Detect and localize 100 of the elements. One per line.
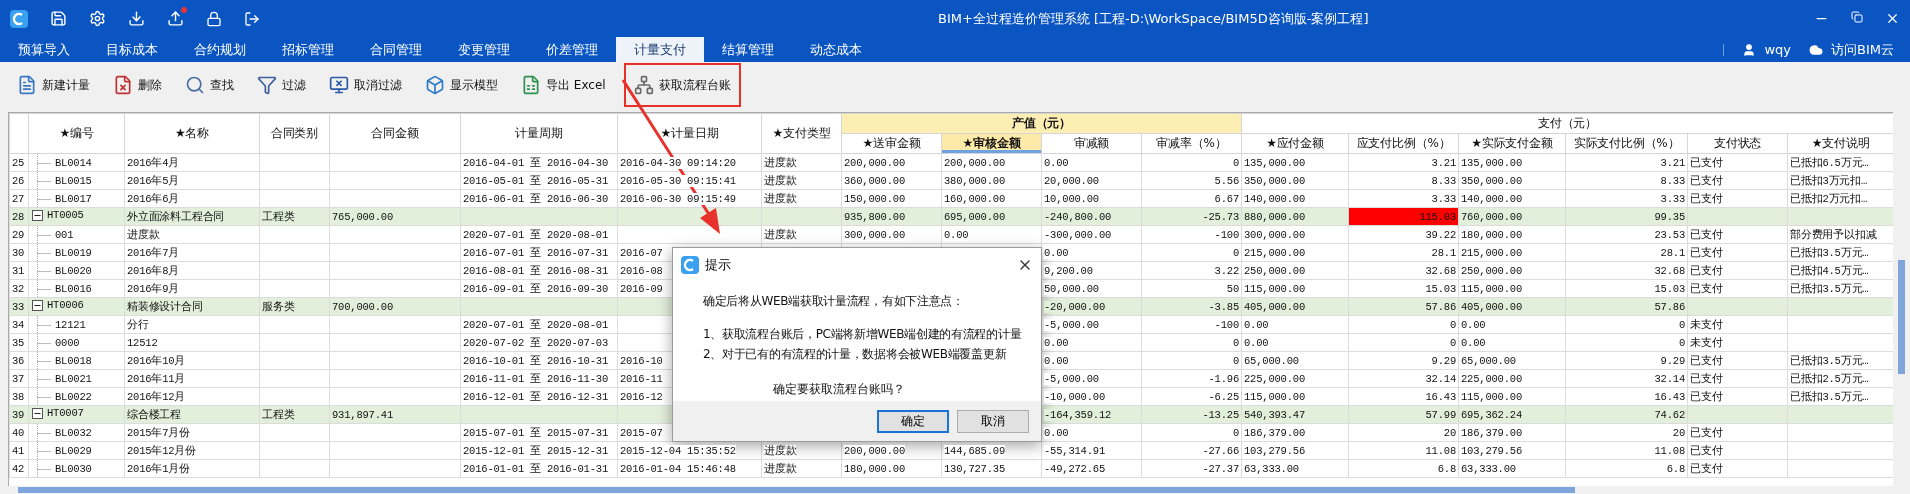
cloud-link[interactable]: 访问BIM云 (1809, 40, 1894, 59)
nav-tab[interactable]: 预算导入 (0, 37, 88, 62)
toolbar-button[interactable]: 过滤 (252, 69, 311, 101)
exit-icon[interactable] (244, 10, 260, 27)
toolbar-button[interactable]: 删除 (108, 69, 167, 101)
collapse-icon[interactable] (32, 209, 43, 221)
toolbar-button[interactable]: 新建计量 (12, 69, 95, 101)
download-icon[interactable] (128, 10, 145, 27)
table-cell: 0 (1232, 156, 1239, 169)
restore-icon[interactable] (1851, 11, 1863, 26)
table-cell: 2016-10 (620, 354, 663, 367)
column-header[interactable]: ★计量日期 (617, 113, 762, 154)
column-header[interactable]: ★名称 (124, 113, 260, 154)
row-number: 42 (12, 462, 25, 475)
collapse-icon[interactable] (32, 299, 43, 311)
table-cell: 2016-07-01 至 2016-07-31 (463, 246, 609, 259)
table-cell: 已抵扣6.5万元… (1790, 156, 1869, 169)
collapse-icon[interactable] (32, 407, 43, 419)
toolbar-button[interactable]: 取消过滤 (324, 69, 407, 101)
nav-tab[interactable]: 招标管理 (264, 37, 352, 62)
row-number: 35 (12, 336, 25, 349)
table-cell: BL0018 (55, 354, 92, 367)
scrollbar-thumb[interactable] (1898, 260, 1905, 374)
table-cell: HT0005 (47, 209, 84, 222)
column-header[interactable]: 合同金额 (329, 113, 461, 154)
table-cell: 0 (1232, 336, 1239, 349)
table-cell: 2016年5月 (127, 174, 180, 187)
cube-icon (425, 75, 445, 95)
nav-tab[interactable]: 计量支付 (616, 37, 704, 62)
table-cell: 2016-06-01 至 2016-06-30 (463, 192, 609, 205)
table-cell: 已支付 (1690, 426, 1723, 439)
row-number: 27 (12, 192, 25, 205)
table-cell: 2016-09-01 至 2016-09-30 (463, 282, 609, 295)
table-cell: -3.85 (1208, 300, 1239, 313)
table-cell: 工程类 (262, 408, 295, 421)
table-cell: 已抵扣3.5万元… (1790, 354, 1869, 367)
table-cell: 15.03 (1425, 282, 1456, 295)
dialog-message: 1、获取流程台账后，PC端将新增WEB端创建的有流程的计量 (703, 326, 1023, 343)
table-cell: 进度款 (764, 228, 797, 241)
table-cell: 已支付 (1690, 264, 1723, 277)
table-cell: 32.14 (1654, 372, 1685, 385)
nav-tab[interactable]: 变更管理 (440, 37, 528, 62)
row-number: 34 (12, 318, 25, 331)
table-cell: 57.86 (1425, 300, 1456, 313)
table-cell: 135,000.00 (1461, 156, 1523, 169)
dialog-button[interactable]: 取消 (957, 409, 1029, 433)
upload-icon[interactable] (167, 10, 184, 27)
table-cell: BL0015 (55, 174, 92, 187)
table-cell: -25.73 (1202, 210, 1239, 223)
settings-icon[interactable] (89, 10, 106, 27)
table-cell: 160,000.00 (944, 192, 1005, 205)
column-header[interactable]: 合同类别 (259, 113, 330, 154)
nav-tab[interactable]: 目标成本 (88, 37, 176, 62)
close-icon[interactable] (1885, 11, 1900, 26)
toolbar-button[interactable]: 导出 Excel (516, 69, 611, 101)
row-number: 26 (12, 174, 25, 187)
monitor-x-icon (329, 75, 349, 95)
table-cell: 11.08 (1425, 444, 1456, 457)
table-cell: 5.56 (1214, 174, 1239, 187)
table-cell: 2020-07-02 至 2020-07-03 (463, 336, 609, 349)
toolbar-button[interactable]: 获取流程台账 (623, 63, 741, 107)
table-cell: 186,379.00 (1244, 426, 1306, 439)
nav-tab[interactable]: 结算管理 (704, 37, 792, 62)
dialog-button[interactable]: 确定 (877, 409, 949, 433)
table-cell: -55,314.91 (1044, 444, 1105, 457)
table-cell: 0 (1449, 318, 1456, 331)
row-number: 25 (12, 156, 25, 169)
column-header[interactable]: ★支付类型 (761, 113, 842, 154)
table-cell: 700,000.00 (332, 300, 393, 313)
scrollbar-thumb[interactable] (18, 487, 1575, 493)
nav-tab[interactable]: 动态成本 (792, 37, 880, 62)
table-cell: 8.33 (1431, 174, 1456, 187)
toolbar-button[interactable]: 显示模型 (420, 69, 503, 101)
lock-icon[interactable] (206, 10, 222, 27)
user-link[interactable]: wqy (1742, 42, 1792, 57)
table-cell: 695,362.24 (1461, 408, 1523, 421)
dialog-message: 2、对于已有的有流程的计量，数据将会被WEB端覆盖更新 (703, 346, 1008, 363)
table-cell: 已抵扣3.5万元… (1790, 282, 1869, 295)
table-cell: 39.22 (1425, 228, 1456, 241)
table-cell: 20 (1672, 426, 1685, 439)
table-cell: 未支付 (1690, 318, 1723, 331)
table-cell: 2016-08 (620, 264, 663, 277)
table-cell: 已抵扣3万元扣… (1790, 174, 1868, 187)
save-icon[interactable] (50, 10, 67, 27)
row-number: 29 (12, 228, 25, 241)
nav-tab[interactable]: 合同管理 (352, 37, 440, 62)
column-header[interactable]: 计量周期 (460, 113, 618, 154)
document-icon (17, 75, 37, 95)
table-cell: 3.22 (1214, 264, 1239, 277)
table-cell: 分行 (127, 318, 149, 331)
column-header[interactable]: ★编号 (28, 113, 125, 154)
table-cell: 695,000.00 (944, 210, 1005, 223)
table-cell: 2016-11-01 至 2016-11-30 (463, 372, 609, 385)
table-cell: 300,000.00 (1244, 228, 1306, 241)
nav-tab[interactable]: 合约规划 (176, 37, 264, 62)
table-cell: 115,000.00 (1461, 390, 1523, 403)
toolbar-button[interactable]: 查找 (180, 69, 239, 101)
table-cell: 已抵扣3.5万元… (1790, 390, 1869, 403)
table-cell: 0.00 (1044, 336, 1069, 349)
nav-tab[interactable]: 价差管理 (528, 37, 616, 62)
